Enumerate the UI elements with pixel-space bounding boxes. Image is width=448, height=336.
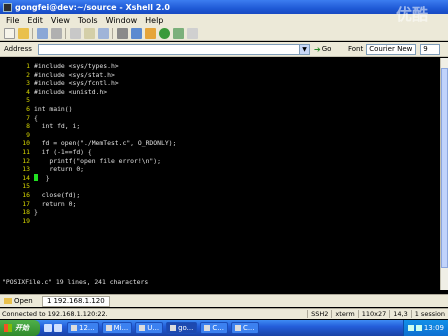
open-button[interactable]: Open [4,297,38,305]
code-line: 7{ [26,113,38,122]
task-icon [204,325,211,331]
address-label: Address [4,45,32,53]
code-line: 3 #include <sys/fcntl.h> [26,79,119,88]
code-line: 19 [22,216,30,225]
code-line: 6 int main() [26,105,73,113]
paste-icon[interactable] [84,27,95,39]
task-icon [139,325,146,331]
taskbar-item[interactable]: C... [200,322,228,334]
clock: 13:09 [423,324,444,332]
code-line: 8 int fd, i; [26,122,81,131]
taskbar-item[interactable]: 12... [67,322,99,334]
start-label: 开始 [15,324,29,332]
task-icon [71,325,77,331]
address-bar: Address ▼ ➔ Go Font Courier New 9 [0,42,448,57]
windows-taskbar: 开始 12... Mi... U... go... C... C... 13:0… [0,320,448,336]
code-line: 13 return 0; [22,165,85,174]
script-icon[interactable] [187,27,198,39]
session-tab-bar: Open 1 192.168.1.120 [0,294,448,307]
toolbar-separator [65,27,66,39]
new-session-icon[interactable] [4,27,15,39]
session-count-status: 1 session [410,310,448,318]
address-input[interactable] [38,43,300,55]
window-title: gongfei@dev:~/source - Xshell 2.0 [15,2,170,12]
terminal-size-status: 110x27 [357,310,390,318]
menu-bar: File Edit View Tools Window Help [0,14,448,26]
font-label: Font [348,45,364,53]
menu-edit[interactable]: Edit [27,16,43,25]
menu-file[interactable]: File [6,16,19,25]
open-label: Open [14,297,33,305]
terminal-type-status: xterm [331,310,357,318]
quick-launch-icon[interactable] [44,324,52,332]
code-line: 10 fd = open("./MemTest.c", O_RDONLY); [22,139,177,148]
taskbar-item[interactable]: Mi... [101,322,133,334]
start-button[interactable]: 开始 [0,320,40,336]
windows-flag-icon [4,324,12,332]
disconnect-icon[interactable] [51,27,62,39]
menu-view[interactable]: View [51,16,70,25]
task-icon [170,325,177,331]
scrollbar-thumb[interactable] [441,68,448,268]
connection-status: Connected to 192.168.1.120:22. [2,310,108,318]
xshell-app-icon [3,2,12,12]
code-line: 11 if (-1==fd) { [22,148,92,156]
cursor-position-status: 14,3 [389,310,410,318]
transfer-icon[interactable] [145,27,156,39]
taskbar-item[interactable]: U... [135,322,164,334]
address-dropdown-icon[interactable]: ▼ [300,43,310,55]
toolbar-separator [32,27,33,39]
code-line: 5 [26,96,30,105]
protocol-status: SSH2 [307,310,331,318]
code-line: 17 return 0; [22,199,77,208]
menu-help[interactable]: Help [145,16,163,25]
code-line: 15 [22,182,30,191]
task-icon [234,325,241,331]
go-button[interactable]: ➔ Go [314,45,342,54]
menu-window[interactable]: Window [106,16,138,25]
toolbar-separator [112,27,113,39]
toolbar [0,26,448,41]
code-line: 16 close(fd); [22,191,81,199]
open-folder-icon[interactable] [18,27,29,39]
font-family-select[interactable]: Courier New [366,43,417,55]
properties-icon[interactable] [131,27,142,39]
code-line: 12 printf("open file error!\n"); [22,156,161,165]
session-tab-number: 1 [47,297,52,305]
terminal-area[interactable]: 1 #include <sys/types.h> 2 #include <sys/s… [0,58,440,290]
vim-status-message: "POSIXFile.c" 19 lines, 241 characters [2,278,149,286]
code-line: 4 #include <unistd.h> [26,87,108,96]
quick-launch-icon[interactable] [54,324,62,332]
tray-icon[interactable] [407,325,414,331]
code-line: 1 #include <sys/types.h> [26,62,119,70]
taskbar-item[interactable]: C... [230,322,259,334]
reconnect-icon[interactable] [37,27,48,39]
task-icon [105,325,112,331]
session-tab-label: 192.168.1.120 [53,297,105,305]
quick-launch [44,324,64,332]
go-arrow-icon: ➔ [314,44,321,54]
menu-tools[interactable]: Tools [78,16,98,25]
font-size-select[interactable]: 9 [420,43,441,55]
copy-icon[interactable] [70,27,81,39]
status-bar: Connected to 192.168.1.120:22. SSH2 xter… [0,308,448,319]
compose-icon[interactable] [173,27,184,39]
title-bar: gongfei@dev:~/source - Xshell 2.0 [0,0,448,14]
code-line: 2 #include <sys/stat.h> [26,70,115,79]
tray-icon[interactable] [415,325,422,331]
taskbar-item-active[interactable]: go... [166,322,198,334]
print-icon[interactable] [117,27,128,39]
session-tab[interactable]: 1 192.168.1.120 [42,295,110,307]
code-line: 14 } [22,173,50,182]
terminal-scrollbar[interactable] [440,58,448,290]
globe-icon[interactable] [159,27,170,39]
go-label: Go [321,45,332,53]
find-icon[interactable] [98,27,109,39]
watermark-logo: 优酷 [396,5,429,24]
code-line: 9 [26,130,30,139]
code-line: 18} [22,208,38,217]
folder-icon [4,298,12,304]
system-tray: 13:09 [402,320,448,336]
